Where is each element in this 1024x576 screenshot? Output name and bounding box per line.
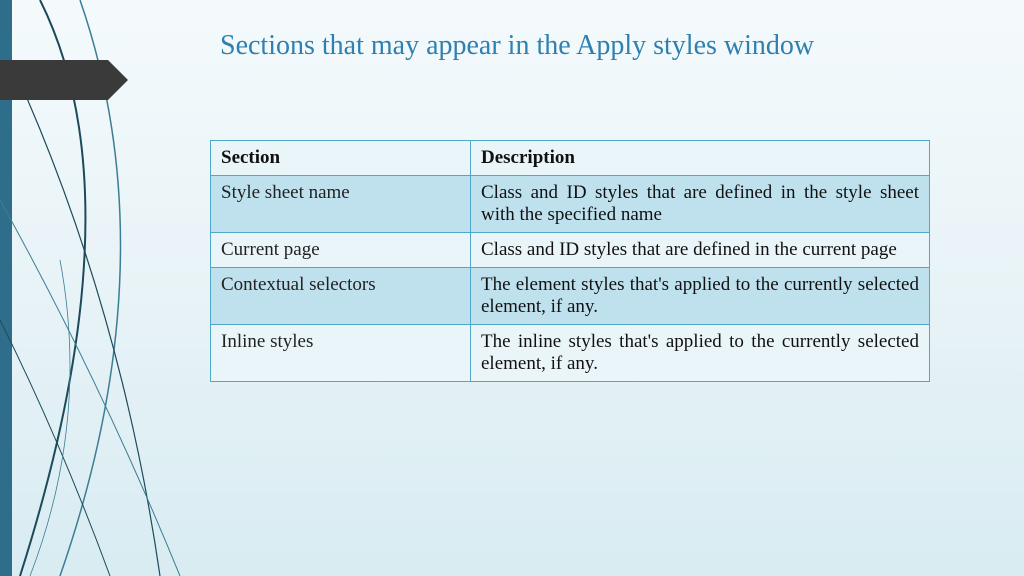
table-row: Inline styles The inline styles that's a… [211,325,930,382]
cell-description: The element styles that's applied to the… [471,268,930,325]
table-row: Current page Class and ID styles that ar… [211,233,930,268]
header-section: Section [211,141,471,176]
cell-section: Inline styles [211,325,471,382]
cell-description: Class and ID styles that are defined in … [471,233,930,268]
cell-description: The inline styles that's applied to the … [471,325,930,382]
table-header-row: Section Description [211,141,930,176]
header-description: Description [471,141,930,176]
cell-section: Contextual selectors [211,268,471,325]
cell-description: Class and ID styles that are defined in … [471,176,930,233]
table-row: Contextual selectors The element styles … [211,268,930,325]
sections-table: Section Description Style sheet name Cla… [210,140,930,382]
table-row: Style sheet name Class and ID styles tha… [211,176,930,233]
slide-title: Sections that may appear in the Apply st… [220,30,984,62]
cell-section: Style sheet name [211,176,471,233]
cell-section: Current page [211,233,471,268]
decorative-arrow-shape [0,60,128,100]
sections-table-container: Section Description Style sheet name Cla… [210,140,930,382]
